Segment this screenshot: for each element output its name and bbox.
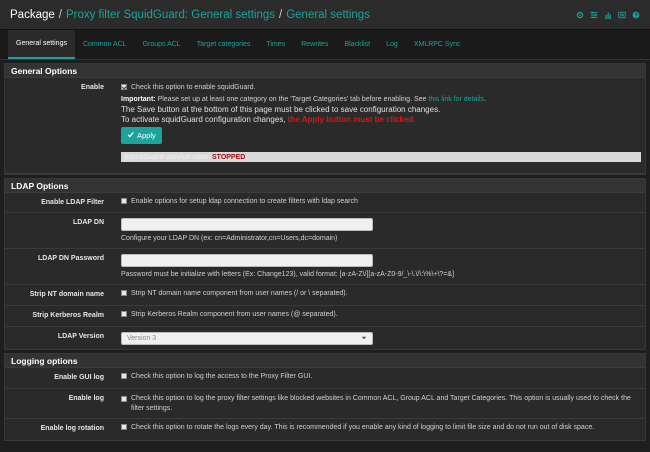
ldap-dn-input[interactable] <box>121 218 373 231</box>
breadcrumb-separator: / <box>279 8 283 21</box>
panel-title: Logging options <box>5 354 645 368</box>
list-icon[interactable] <box>618 11 626 19</box>
status-value: STOPPED <box>212 153 246 161</box>
log-rotation-checkbox[interactable] <box>121 424 127 431</box>
tab-bar: General settings Common ACL Groups ACL T… <box>0 30 650 60</box>
check-icon <box>127 131 134 140</box>
details-link[interactable]: this link for details <box>428 96 484 103</box>
ldap-password-input[interactable] <box>121 254 373 267</box>
breadcrumb-separator: / <box>58 8 62 21</box>
strip-kerberos-text: Strip Kerberos Realm component from user… <box>131 311 338 318</box>
ldap-password-row: LDAP DN Password Password must be initia… <box>5 249 645 285</box>
ldap-password-help: Password must be initialize with letters… <box>121 271 455 278</box>
tab-common-acl[interactable]: Common ACL <box>75 30 135 59</box>
ldap-version-select[interactable]: Version 3 <box>121 332 373 345</box>
tab-rewrites[interactable]: Rewrites <box>293 30 336 59</box>
gui-log-text: Check this option to log the access to t… <box>131 373 313 380</box>
field-label: Enable GUI log <box>54 374 104 381</box>
tab-times[interactable]: Times <box>258 30 293 59</box>
important-label: Important: <box>121 96 156 103</box>
gui-log-checkbox[interactable] <box>121 373 127 380</box>
breadcrumb-root: Package <box>10 8 55 21</box>
logging-options-panel: Logging options Enable GUI log Check thi… <box>4 353 646 441</box>
header-icons <box>576 11 640 19</box>
enable-log-text: Check this option to log the proxy filte… <box>131 395 631 412</box>
help-icon[interactable] <box>632 11 640 19</box>
save-note: The Save button at the bottom of this pa… <box>121 105 441 114</box>
tab-groups-acl[interactable]: Groups ACL <box>135 30 189 59</box>
tab-target-categories[interactable]: Target categories <box>189 30 259 59</box>
field-label: Enable log rotation <box>40 425 104 432</box>
log-rotation-text: Check this option to rotate the logs eve… <box>131 424 595 431</box>
field-label: Strip NT domain name <box>29 291 104 298</box>
strip-nt-row: Strip NT domain name Strip NT domain nam… <box>5 285 645 306</box>
panel-title: General Options <box>5 64 645 78</box>
gui-log-row: Enable GUI log Check this option to log … <box>5 368 645 389</box>
breadcrumb-link-general-settings[interactable]: General settings <box>286 9 370 21</box>
enable-log-checkbox[interactable] <box>121 396 127 402</box>
tab-blacklist[interactable]: Blacklist <box>336 30 378 59</box>
apply-label: Apply <box>137 131 156 140</box>
strip-kerberos-checkbox[interactable] <box>121 311 127 318</box>
breadcrumb-link-squidguard[interactable]: Proxy filter SquidGuard: General setting… <box>66 9 275 21</box>
enable-log-row: Enable log Check this option to log the … <box>5 389 645 419</box>
enable-checkbox[interactable] <box>121 84 127 91</box>
ldap-filter-text: Enable options for setup ldap connection… <box>131 198 358 205</box>
chart-icon[interactable] <box>604 11 612 19</box>
tab-log[interactable]: Log <box>378 30 406 59</box>
field-label: Enable LDAP Filter <box>41 199 104 206</box>
status-label: SquidGuard service state: <box>124 153 211 161</box>
activate-note: To activate squidGuard configuration cha… <box>121 115 286 124</box>
sliders-icon[interactable] <box>590 11 598 19</box>
ldap-version-row: LDAP Version Version 3 <box>5 327 645 349</box>
important-end: . <box>484 96 486 103</box>
strip-nt-checkbox[interactable] <box>121 290 127 297</box>
ldap-filter-row: Enable LDAP Filter Enable options for se… <box>5 193 645 213</box>
general-options-panel: General Options Enable Check this option… <box>4 63 646 175</box>
strip-nt-text: Strip NT domain name component from user… <box>131 290 348 297</box>
chevron-down-icon <box>361 335 367 343</box>
service-status: SquidGuard service state: STOPPED <box>121 152 641 162</box>
field-label: LDAP DN <box>73 219 104 226</box>
panel-title: LDAP Options <box>5 179 645 193</box>
top-bar: Package / Proxy filter SquidGuard: Gener… <box>0 0 650 30</box>
settings-icon[interactable] <box>576 11 584 19</box>
apply-button[interactable]: Apply <box>121 127 162 144</box>
tab-general-settings[interactable]: General settings <box>8 30 75 59</box>
field-label: Enable log <box>68 395 104 402</box>
field-label: LDAP Version <box>57 333 104 340</box>
breadcrumb: Package / Proxy filter SquidGuard: Gener… <box>10 9 370 21</box>
enable-row: Enable Check this option to enable squid… <box>5 78 645 174</box>
enable-text: Check this option to enable squidGuard. <box>131 84 256 91</box>
tab-xmlrpc-sync[interactable]: XMLRPC Sync <box>406 30 469 59</box>
log-rotation-row: Enable log rotation Check this option to… <box>5 419 645 440</box>
ldap-dn-help: Configure your LDAP DN (ex: cn=Administr… <box>121 235 338 242</box>
ldap-dn-row: LDAP DN Configure your LDAP DN (ex: cn=A… <box>5 213 645 249</box>
important-text: Please set up at least one category on t… <box>157 96 427 103</box>
ldap-version-value: Version 3 <box>127 335 157 342</box>
field-label: LDAP DN Password <box>38 255 104 262</box>
ldap-options-panel: LDAP Options Enable LDAP Filter Enable o… <box>4 178 646 350</box>
activate-warning: the Apply button must be clicked. <box>287 115 416 124</box>
field-label: Enable <box>81 84 104 91</box>
field-label: Strip Kerberos Realm <box>32 312 104 319</box>
strip-kerberos-row: Strip Kerberos Realm Strip Kerberos Real… <box>5 306 645 327</box>
ldap-filter-checkbox[interactable] <box>121 198 127 205</box>
